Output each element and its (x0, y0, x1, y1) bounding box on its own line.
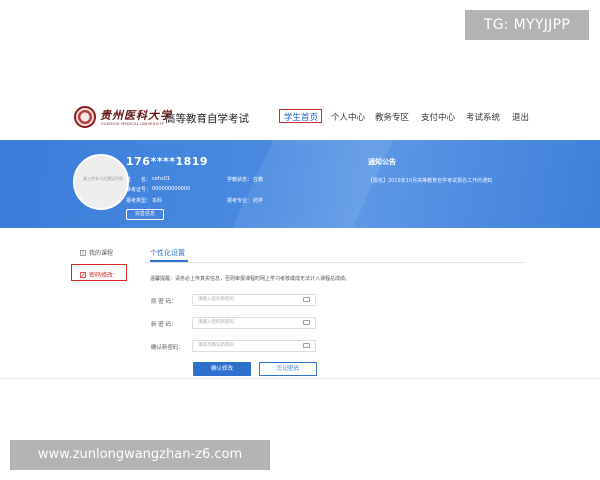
profile-banner: 请上传本人近期证件照 176****1819 姓 名： cehs01 准考证号：… (0, 140, 600, 228)
edit-icon (80, 272, 86, 278)
name-label: 姓 名： (126, 177, 152, 183)
confirm-change-button[interactable]: 确认修改 (193, 362, 251, 376)
major-label: 报考专业： (227, 198, 253, 204)
site-header: 贵州医科大学 GUIZHOU MEDICAL UNIVERSITY 高等教育自学… (0, 100, 600, 140)
confirm-password-input[interactable]: 请再次确认新密码 (192, 340, 316, 352)
page: TG: MYYJJPP 贵州医科大学 GUIZHOU MEDICAL UNIVE… (0, 0, 600, 480)
old-password-input[interactable]: 请输入您的原密码 (192, 294, 316, 306)
complete-info-button[interactable]: 完善信息 (126, 209, 164, 220)
notice-title: 通知公告 (368, 158, 396, 166)
confirm-password-label: 确认新密码： (151, 345, 185, 351)
name-value: cehs01 (152, 176, 170, 182)
cert-value: 000000000000 (152, 186, 191, 192)
sidebar-item-label: 我的课程 (89, 250, 114, 257)
tab-personal-settings[interactable]: 个性化设置 (150, 248, 185, 258)
cert-label: 准考证号： (126, 187, 152, 193)
status-label: 学籍状态： (227, 177, 253, 183)
footer-divider (0, 378, 600, 379)
site-title: 高等教育自学考试 (165, 113, 249, 125)
type-value: 本科 (152, 198, 163, 204)
avatar-placeholder-text: 请上传本人近期证件照 (83, 176, 123, 181)
status-value: 在籍 (253, 177, 264, 183)
user-phone: 176****1819 (126, 155, 209, 168)
watermark-top: TG: MYYJJPP (465, 10, 589, 40)
sidebar-item-change-password[interactable]: 密码修改 (80, 270, 113, 279)
nav-exam-system[interactable]: 考试系统 (466, 111, 500, 123)
avatar[interactable]: 请上传本人近期证件照 (73, 154, 129, 210)
tab-divider (145, 262, 525, 263)
keyboard-icon[interactable] (303, 320, 310, 325)
nav-personal-center[interactable]: 个人中心 (331, 111, 365, 123)
university-seal-icon (74, 106, 96, 128)
major-value: 药学 (253, 198, 264, 204)
banner-decoration (222, 140, 398, 228)
forgot-password-button[interactable]: 忘记密码 (259, 362, 317, 376)
sidebar-item-my-courses[interactable]: 我的课程 (80, 248, 113, 257)
nav-logout[interactable]: 退出 (512, 111, 529, 123)
university-logo-text: 贵州医科大学 (100, 109, 172, 122)
warm-tip: 温馨提醒：请务必上传真实信息，否则审报课程时网上学习考核或成无法计入课程总成绩。 (150, 276, 351, 282)
nav-student-home[interactable]: 学生首页 (284, 111, 318, 123)
new-password-label: 新 密 码： (151, 322, 177, 328)
watermark-bottom: www.zunlongwangzhan-z6.com (10, 440, 270, 470)
type-label: 报考类型： (126, 198, 152, 204)
keyboard-icon[interactable] (303, 343, 310, 348)
university-logo-english: GUIZHOU MEDICAL UNIVERSITY (101, 122, 165, 126)
notice-item[interactable]: 【报名】2019年10月高等教育自学考试报名工作的通知 (368, 177, 492, 184)
nav-academic-zone[interactable]: 教务专区 (375, 111, 409, 123)
keyboard-icon[interactable] (303, 297, 310, 302)
sidebar-item-label: 密码修改 (89, 272, 114, 279)
old-password-label: 原 密 码： (151, 299, 177, 305)
new-password-input[interactable]: 请输入您的新密码 (192, 317, 316, 329)
book-icon (80, 250, 86, 256)
nav-payment-center[interactable]: 支付中心 (421, 111, 455, 123)
